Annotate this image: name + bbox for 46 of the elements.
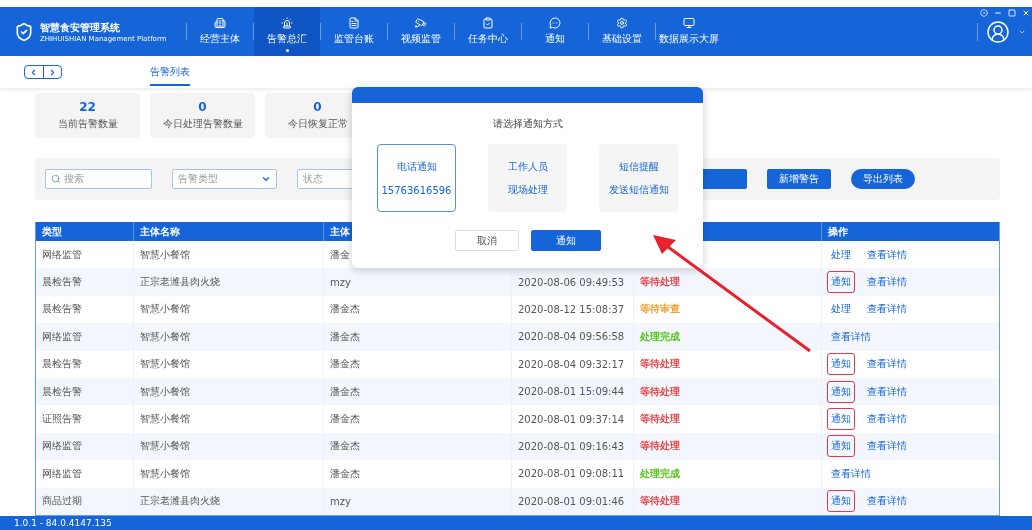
table-cell-text: 网络监管: [41, 329, 83, 344]
app-title: 智慧食安管理系统: [40, 20, 121, 35]
table-cell-text: 晨检告警: [41, 384, 83, 399]
stat-value: 22: [79, 100, 96, 114]
stat-value: 0: [313, 100, 322, 114]
stat-label: 当前告警数量: [57, 117, 118, 131]
status-text: 等待处理: [640, 384, 680, 399]
status-text: 处理完成: [640, 329, 680, 344]
table-cell-text: 网络监管: [41, 247, 83, 262]
table-cell: 潘金杰: [323, 460, 511, 488]
table-cell: 2020-08-04 09:56:58: [511, 323, 633, 351]
table-cell: 2020-08-01 09:01:46: [511, 487, 633, 515]
table-cell: mzy: [323, 487, 511, 515]
status-text: 等待处理: [640, 494, 680, 509]
table-cell: 智慧小餐馆: [133, 350, 323, 378]
stat-label: 今日处理告警数量: [162, 117, 243, 131]
table-cell-text: 晨检告警: [41, 275, 83, 290]
table-cell-text: 晨检告警: [41, 302, 83, 317]
table-cell: 2020-08-01 09:08:11: [511, 460, 633, 488]
table-cell: 智慧小餐馆: [133, 323, 323, 351]
table-cell: 2020-08-04 09:32:17: [511, 350, 633, 378]
table-cell: 潘金杰: [323, 323, 511, 351]
table-cell: 智慧小餐馆: [133, 405, 323, 433]
table-cell-text: 证照告警: [41, 412, 83, 427]
table-cell: 正宗老潍县肉火烧: [133, 487, 323, 515]
status-text: 等待审查: [640, 302, 680, 317]
status-text: 等待处理: [640, 439, 680, 454]
table-cell-text: 网络监管: [41, 439, 83, 454]
stat-value: 0: [198, 100, 207, 114]
dialog-title: 请选择通知方式: [492, 117, 563, 131]
table-cell-text: 网络监管: [41, 466, 83, 481]
table-cell: 潘金杰: [323, 405, 511, 433]
version-text: 1.0.1 - 84.0.4147.135: [14, 518, 112, 528]
status-text: 处理完成: [640, 466, 680, 481]
table-cell: 智慧小餐馆: [133, 460, 323, 488]
table-cell: 正宗老潍县肉火烧: [133, 268, 323, 296]
column-header: 类型: [41, 224, 63, 239]
table-cell: 2020-08-01 09:37:14: [511, 405, 633, 433]
table-cell: 潘金杰: [323, 350, 511, 378]
table-cell-text: 晨检告警: [41, 357, 83, 372]
status-text: 等待处理: [640, 357, 680, 372]
column-header: 操作: [827, 224, 848, 239]
status-text: 等待处理: [640, 275, 680, 290]
stat-label: 今日恢复正常: [287, 117, 348, 131]
table-cell-text: 商品过期: [41, 494, 83, 509]
status-text: 等待处理: [640, 412, 680, 427]
